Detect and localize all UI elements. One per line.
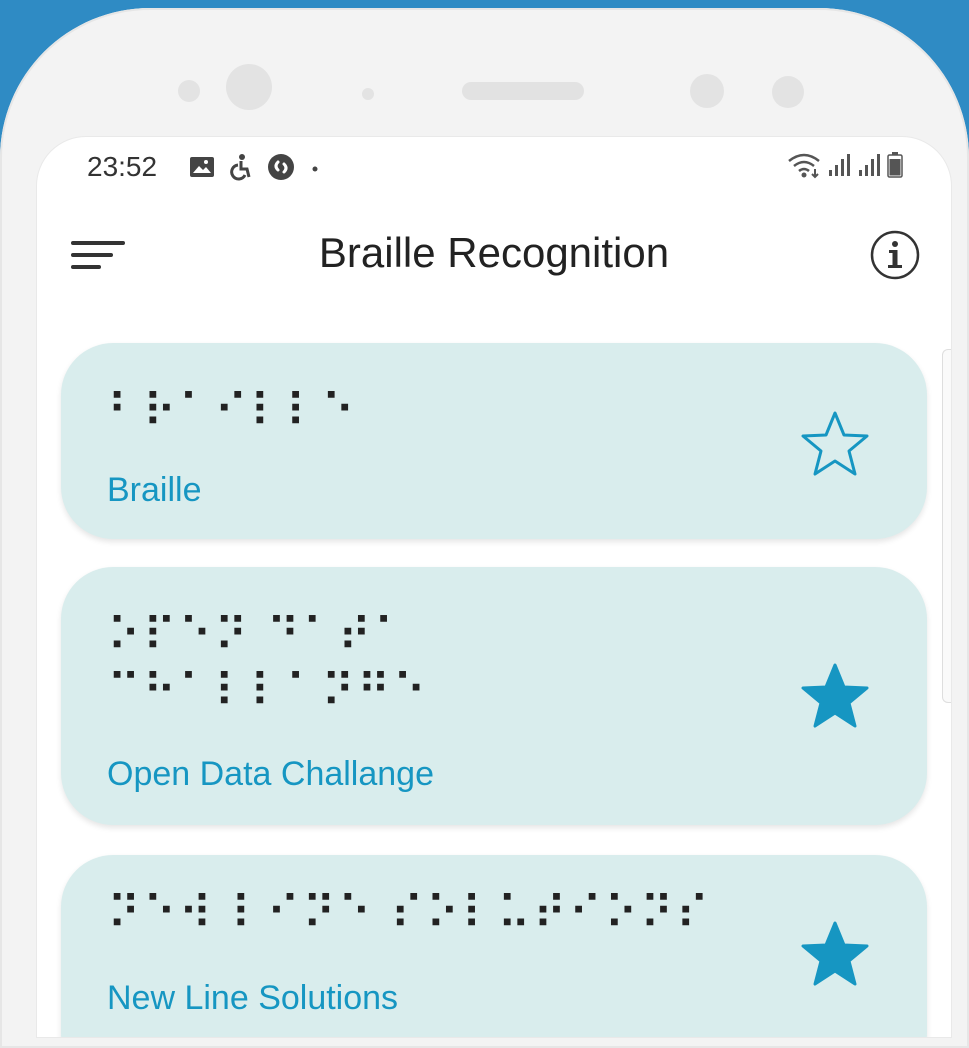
- signal-icon: [859, 154, 880, 176]
- app-screen: 23:52 Braille Recognition ⠃⠗⠁⠊⠇⠇⠑ Braill…: [36, 136, 952, 1038]
- sensor-dot: [178, 80, 200, 102]
- list-item[interactable]: ⠃⠗⠁⠊⠇⠇⠑ Braille: [61, 343, 927, 539]
- status-icons-left: [189, 153, 321, 181]
- list-item[interactable]: ⠝⠑⠺ ⠇⠊⠝⠑ ⠎⠕⠇⠥⠞⠊⠕⠝⠎ New Line Solutions: [61, 855, 927, 1037]
- phone-frame: 23:52 Braille Recognition ⠃⠗⠁⠊⠇⠇⠑ Braill…: [0, 8, 969, 1048]
- list-item[interactable]: ⠕⠏⠑⠝ ⠙⠁⠞⠁ ⠉⠓⠁⠇⠇⠁⠝⠛⠑ Open Data Challange: [61, 567, 927, 825]
- wifi-icon: [788, 153, 820, 179]
- phone-top-bezel: [0, 8, 969, 138]
- page-title: Braille Recognition: [318, 229, 670, 276]
- star-filled-icon[interactable]: [799, 919, 871, 989]
- app-bar: Braille Recognition: [37, 203, 951, 313]
- sensor-dot: [772, 76, 804, 108]
- item-label: Open Data Challange: [107, 755, 435, 793]
- shazam-icon: [268, 154, 294, 180]
- sensor-dot: [690, 74, 724, 108]
- sensor-dot: [362, 88, 374, 100]
- signal-icon: [829, 154, 850, 176]
- braille-text: ⠝⠑⠺ ⠇⠊⠝⠑ ⠎⠕⠇⠥⠞⠊⠕⠝⠎: [107, 886, 712, 940]
- scrollbar[interactable]: [942, 349, 951, 703]
- front-camera: [226, 64, 272, 110]
- item-label: Braille: [107, 471, 202, 509]
- image-icon: [190, 157, 214, 177]
- accessibility-icon: [230, 154, 251, 181]
- star-filled-icon[interactable]: [799, 661, 871, 731]
- item-label: New Line Solutions: [107, 979, 399, 1017]
- battery-icon: [887, 152, 903, 178]
- earpiece-speaker: [462, 82, 584, 100]
- status-icons-right: [787, 151, 903, 179]
- star-outline-icon[interactable]: [799, 409, 871, 479]
- dot-icon: [312, 166, 318, 172]
- status-bar: 23:52: [37, 137, 951, 203]
- braille-text: ⠕⠏⠑⠝ ⠙⠁⠞⠁ ⠉⠓⠁⠇⠇⠁⠝⠛⠑: [107, 608, 429, 718]
- info-icon[interactable]: [869, 229, 921, 281]
- status-time: 23:52: [87, 151, 158, 182]
- braille-text: ⠃⠗⠁⠊⠇⠇⠑: [107, 384, 357, 438]
